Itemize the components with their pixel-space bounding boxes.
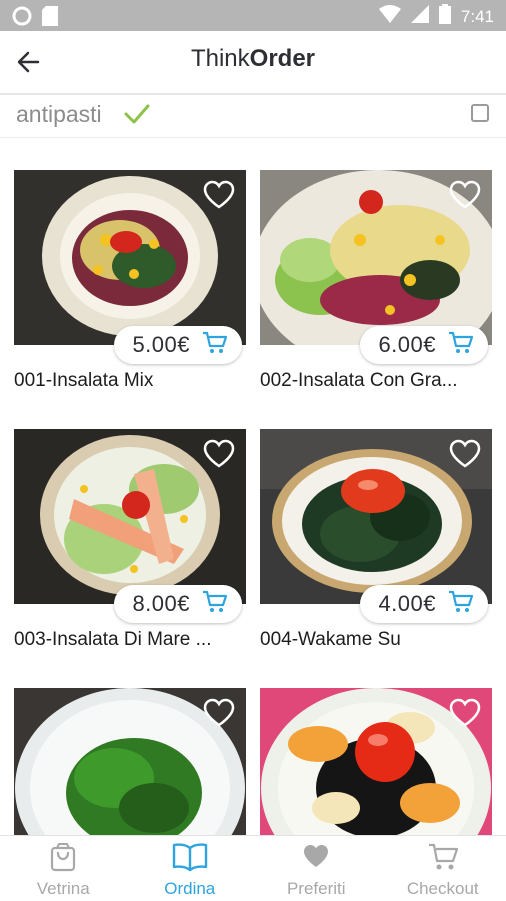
checkmark-icon [124,103,150,129]
book-icon [172,842,208,879]
bottom-navigation: Vetrina Ordina Preferiti Checkout [0,835,506,901]
category-label: antipasti [16,101,102,128]
product-price: 4.00€ [378,591,436,617]
notification-circle-icon [12,6,32,30]
product-photo[interactable] [260,688,492,835]
nav-label: Preferiti [287,879,346,899]
heart-icon [301,842,331,879]
product-grid: 5.00€ 001-Insalata Mix [0,137,506,835]
status-bar: 7:41 [0,0,506,31]
favorite-heart-icon[interactable] [448,439,482,469]
product-name[interactable]: 002-Insalata Con Gra... [260,370,492,392]
price-add-to-cart-button[interactable]: 4.00€ [360,585,488,623]
nav-preferiti[interactable]: Preferiti [253,836,380,901]
select-all-checkbox[interactable] [471,104,489,122]
favorite-heart-icon[interactable] [202,698,236,728]
nav-label: Vetrina [37,879,90,899]
sd-card-icon [42,6,58,30]
cart-icon [202,331,228,359]
cart-icon [448,590,474,618]
price-add-to-cart-button[interactable]: 5.00€ [114,326,242,364]
favorite-heart-icon[interactable] [448,698,482,728]
price-add-to-cart-button[interactable]: 6.00€ [360,326,488,364]
nav-label: Checkout [407,879,479,899]
product-name[interactable]: 004-Wakame Su [260,629,492,651]
product-price: 5.00€ [132,332,190,358]
favorite-heart-icon[interactable] [202,180,236,210]
wifi-icon [379,5,401,28]
product-photo[interactable] [14,688,246,835]
title-regular: Think [191,45,250,72]
cart-icon [202,590,228,618]
bag-icon [49,842,77,879]
cart-icon [427,842,459,879]
title-bold: Order [250,45,315,72]
nav-checkout[interactable]: Checkout [380,836,506,901]
clock-time: 7:41 [461,7,494,27]
product-photo[interactable] [260,429,492,604]
nav-vetrina[interactable]: Vetrina [0,836,127,901]
app-bar: ThinkOrder [0,31,506,95]
page-title: ThinkOrder [0,45,506,73]
product-photo[interactable] [260,170,492,345]
product-photo[interactable] [14,170,246,345]
cart-icon [448,331,474,359]
product-price: 6.00€ [378,332,436,358]
category-filter-bar[interactable]: antipasti [0,95,506,138]
nav-label: Ordina [164,879,215,899]
product-name[interactable]: 003-Insalata Di Mare ... [14,629,246,651]
signal-icon [411,5,429,28]
favorite-heart-icon[interactable] [202,439,236,469]
nav-ordina[interactable]: Ordina [127,836,254,901]
product-name[interactable]: 001-Insalata Mix [14,370,246,392]
product-photo[interactable] [14,429,246,604]
favorite-heart-icon[interactable] [448,180,482,210]
battery-icon [439,4,451,29]
price-add-to-cart-button[interactable]: 8.00€ [114,585,242,623]
product-price: 8.00€ [132,591,190,617]
